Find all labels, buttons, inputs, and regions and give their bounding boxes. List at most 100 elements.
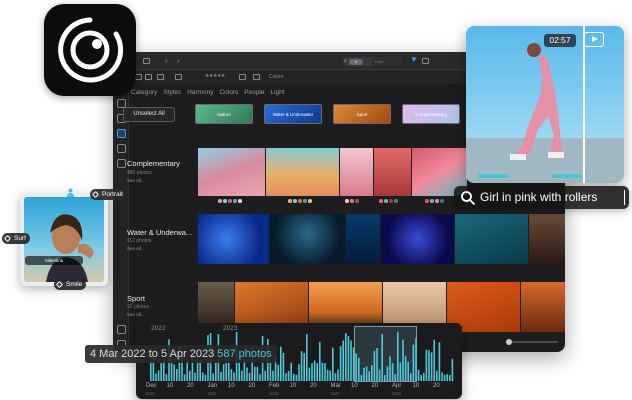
timeline-bar (449, 374, 451, 381)
trim-handle-start[interactable] (478, 174, 508, 178)
photo-thumbnail[interactable] (198, 214, 269, 264)
label-icon[interactable] (157, 74, 164, 80)
timeline-bar (389, 356, 391, 381)
chip-water-underwater[interactable]: Water & Underwater (264, 104, 322, 124)
timeline-bar (160, 363, 162, 381)
tab-light[interactable]: Light (271, 88, 285, 98)
timeline-bar (150, 360, 152, 381)
photo-thumbnail[interactable] (270, 214, 345, 264)
timeline-bar (332, 347, 334, 381)
tab-colors[interactable]: Colors (219, 88, 238, 98)
video-scrubber[interactable] (583, 26, 585, 183)
play-icon[interactable] (584, 32, 604, 47)
timeline-bar (202, 372, 204, 381)
chip-nature[interactable]: Nature (195, 104, 253, 124)
photo-thumbnail[interactable] (455, 214, 528, 264)
timeline-bar (163, 360, 165, 381)
timeline-bar (290, 362, 292, 381)
smart-albums-icon[interactable] (117, 129, 126, 138)
timeline-bar (324, 363, 326, 381)
settings-icon[interactable] (117, 325, 126, 334)
trim-handle-end[interactable] (552, 174, 582, 178)
sidebar-toggle-icon[interactable] (143, 58, 150, 64)
timeline-bar (423, 372, 425, 381)
flag-rejected-icon[interactable] (175, 74, 182, 80)
people-icon[interactable] (117, 159, 126, 168)
timeline-bar (230, 369, 233, 381)
tab-harmony[interactable]: Harmony (187, 88, 213, 98)
filter-input[interactable]: Filter (372, 57, 402, 66)
chip-complementary[interactable]: Complementary (402, 104, 460, 124)
category-count: 32 photos (127, 304, 149, 310)
timeline-bar (300, 351, 303, 381)
photo-thumbnail[interactable] (381, 214, 454, 264)
timeline-bar (308, 367, 311, 381)
video-duration: 02:57 (544, 34, 576, 47)
photo-thumbnail[interactable] (529, 214, 565, 264)
timeline-bar (417, 369, 420, 381)
category-count: 485 photos (127, 170, 152, 176)
timeline-bar (277, 364, 279, 381)
timeline-bar (430, 352, 433, 381)
camera-aperture-icon (44, 4, 136, 96)
forward-icon[interactable]: › (177, 56, 180, 65)
color-swatches (379, 199, 398, 203)
person-name: Valentina (25, 256, 83, 265)
search-token[interactable]: h (349, 58, 363, 65)
tab-people[interactable]: People (244, 88, 264, 98)
rating-filter[interactable]: ★★★★★ (205, 73, 225, 79)
portrait-photo (24, 197, 104, 282)
ai-search-field[interactable]: Girl in pink with rollers (454, 186, 629, 209)
colors-filter[interactable]: Colors (269, 74, 283, 80)
tag-surf[interactable]: Surf (2, 233, 30, 244)
photo-thumbnail[interactable] (198, 148, 265, 196)
unselect-all-button[interactable]: Unselect All (123, 107, 175, 122)
timeline-bar (298, 364, 300, 381)
timeline-bar (407, 361, 409, 381)
face-recognition-card[interactable] (20, 193, 108, 286)
timeline-bar (394, 374, 396, 381)
video-preview[interactable]: 02:57 (466, 26, 624, 183)
timeline-bar (402, 339, 404, 381)
heart-icon[interactable] (135, 74, 142, 80)
back-icon[interactable]: ‹ (165, 56, 168, 65)
marketing-composite: ‹ › ⌕ h Filter ▼ ★★★★★ Colors Category S… (0, 0, 632, 400)
timeline-bar (451, 358, 454, 381)
photo-thumbnail[interactable] (374, 148, 411, 196)
timeline-bar (420, 374, 422, 381)
category-count: 112 photos (127, 238, 152, 244)
funnel-icon[interactable]: ▼ (410, 55, 418, 64)
zoom-slider[interactable] (506, 339, 558, 345)
timeline-tick-label: 10 (166, 383, 174, 389)
map-icon[interactable] (117, 144, 126, 153)
timeline-bar (352, 347, 355, 381)
see-all-link[interactable]: See All... (127, 178, 145, 183)
tag-portrait[interactable]: Portrait (90, 189, 127, 200)
see-all-link[interactable]: See All... (127, 246, 145, 251)
timeline-bar (399, 362, 402, 381)
date-range-label: 4 Mar 2022 to 5 Apr 2023 587 photos (85, 345, 277, 363)
photo-type-icon[interactable] (239, 74, 246, 80)
chip-sport[interactable]: Sport (333, 104, 391, 124)
timeline-bar (433, 339, 435, 381)
range-end: 5 Apr 2023 (160, 348, 215, 360)
flag-icon[interactable] (145, 74, 152, 80)
photo-thumbnail[interactable] (340, 148, 373, 196)
photo-thumbnail[interactable] (266, 148, 339, 196)
timeline-tick-label: Dec (146, 383, 157, 389)
tab-styles[interactable]: Styles (163, 88, 181, 98)
see-all-link[interactable]: See All... (127, 312, 145, 317)
video-type-icon[interactable] (253, 74, 260, 80)
tag-smile[interactable]: Smile (54, 279, 87, 290)
timeline-bar (350, 340, 352, 381)
timeline-bar (355, 353, 357, 381)
category-tabs: Category Styles Harmony Colors People Li… (131, 88, 285, 98)
zoom-slider-knob[interactable] (506, 339, 512, 345)
tag-icon (3, 234, 12, 243)
timeline-bar (311, 363, 313, 381)
photo-thumbnail[interactable] (346, 214, 380, 264)
photo-thumbnail[interactable] (521, 282, 565, 332)
timeline-bar (269, 361, 272, 381)
timeline-bar (173, 364, 175, 381)
grid-view-icon[interactable] (422, 58, 429, 64)
